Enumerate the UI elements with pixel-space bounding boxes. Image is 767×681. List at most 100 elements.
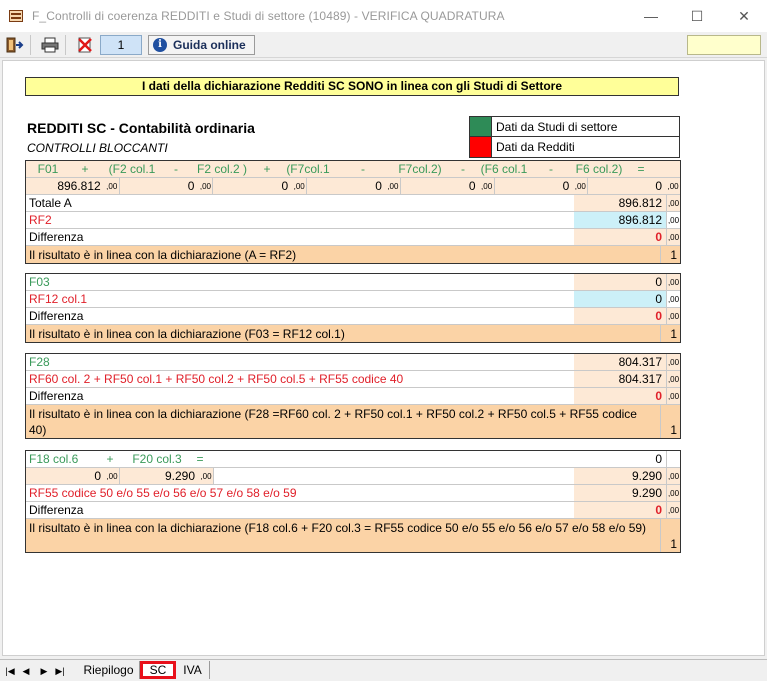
color-legend: Dati da Studi di settore Dati da Redditi xyxy=(469,116,680,158)
formula-row: F01 + (F2 col.1 - F2 col.2 ) + (F7col.1 … xyxy=(26,161,680,178)
toolbar-separator xyxy=(65,34,66,55)
guida-online-button[interactable]: i Guida online xyxy=(148,34,255,55)
formula-term: (F2 col.1 xyxy=(108,162,156,176)
result-flag: 1 xyxy=(660,405,680,438)
rf2-row: RF2 896.812 ,00 xyxy=(26,212,680,229)
check-block-rf2: F01 + (F2 col.1 - F2 col.2 ) + (F7col.1 … xyxy=(25,160,681,264)
decimals: ,00 xyxy=(666,502,680,518)
differenza-value: 0 xyxy=(574,388,666,404)
value-text: 0 xyxy=(281,179,289,193)
result-text: Il risultato è in linea con la dichiaraz… xyxy=(29,326,345,341)
f28-value: 804.317 xyxy=(574,354,666,370)
values-row: 0,00 9.290,00 9.290 ,00 xyxy=(26,468,680,485)
value-text: 0 xyxy=(94,469,101,483)
differenza-row: Differenza 0 ,00 xyxy=(26,388,680,405)
delete-icon[interactable] xyxy=(74,35,96,55)
app-icon xyxy=(8,8,24,24)
value-text: 0 xyxy=(562,179,570,193)
value-cell[interactable]: 9.290 ,00 xyxy=(120,468,214,484)
differenza-label: Differenza xyxy=(29,503,84,517)
f03-value: 0 xyxy=(574,274,666,290)
decimals: ,00 xyxy=(666,291,680,307)
formula-op: + xyxy=(106,452,114,466)
rf60-label: RF60 col. 2 + RF50 col.1 + RF50 col.2 + … xyxy=(29,372,404,386)
tab-riepilogo[interactable]: Riepilogo xyxy=(78,661,140,679)
formula-op: - xyxy=(361,162,365,176)
rf55-row: RF55 codice 50 e/o 55 e/o 56 e/o 57 e/o … xyxy=(26,485,680,502)
section-heading: REDDITI SC - Contabilità ordinaria xyxy=(27,120,255,136)
minimize-button[interactable]: — xyxy=(628,0,674,32)
first-sheet-button[interactable]: |◀ xyxy=(4,664,16,678)
value-cell[interactable]: 0,00 xyxy=(400,178,495,194)
value-cell[interactable]: 0,00 xyxy=(307,178,401,194)
differenza-value: 0 xyxy=(574,502,666,518)
totale-row: Totale A 896.812 ,00 xyxy=(26,195,680,212)
value-text: 9.290 xyxy=(164,469,195,483)
result-text: Il risultato è in linea con la dichiaraz… xyxy=(29,521,647,535)
page-number-field[interactable]: 1 xyxy=(100,34,142,55)
legend-swatch-red xyxy=(470,137,492,157)
differenza-value: 0 xyxy=(574,308,666,324)
formula-term: F01 xyxy=(37,162,59,176)
section-subheading: CONTROLLI BLOCCANTI xyxy=(27,141,168,155)
check-block-rf55: F18 col.6 + F20 col.3 = 0 0,00 9.290,00 … xyxy=(25,450,681,553)
formula-term: F18 col.6 xyxy=(29,452,79,466)
window-title: F_Controlli di coerenza REDDITI e Studi … xyxy=(32,9,505,23)
toolbar: 1 i Guida online xyxy=(0,32,767,58)
values-cells: 896.812,00 0,00 0,00 0,00 0,00 0,00 0,00 xyxy=(26,178,681,194)
close-button[interactable]: ✕ xyxy=(721,0,767,32)
formula-op: = xyxy=(637,162,645,176)
value-text: 0 xyxy=(187,179,195,193)
tab-sc[interactable]: SC xyxy=(140,661,176,679)
result-banner: I dati della dichiarazione Redditi SC SO… xyxy=(25,77,679,96)
decimals: ,00 xyxy=(199,181,211,191)
exit-icon[interactable] xyxy=(4,35,26,55)
decimals: ,00 xyxy=(666,371,680,387)
f03-row: F03 0 ,00 xyxy=(26,274,680,291)
last-sheet-button[interactable]: ▶| xyxy=(54,664,66,678)
value-cell[interactable]: 0,00 xyxy=(213,178,308,194)
title-bar: F_Controlli di coerenza REDDITI e Studi … xyxy=(0,0,767,32)
rf60-value: 804.317 xyxy=(574,371,666,387)
formula-header: F01 + (F2 col.1 - F2 col.2 ) + (F7col.1 … xyxy=(26,161,680,177)
result-flag: 1 xyxy=(660,325,680,342)
decimals: ,00 xyxy=(666,195,680,211)
decimals: ,00 xyxy=(106,471,118,481)
maximize-button[interactable]: ☐ xyxy=(674,0,720,32)
value-cell[interactable]: 0,00 xyxy=(494,178,589,194)
result-row: Il risultato è in linea con la dichiaraz… xyxy=(26,325,680,342)
formula-term: F2 col.2 ) xyxy=(196,162,247,176)
differenza-label: Differenza xyxy=(29,389,84,403)
formula-term: F7col.2) xyxy=(398,162,442,176)
formula-op: + xyxy=(263,162,271,176)
legend-label: Dati da Redditi xyxy=(496,140,575,154)
decimals: ,00 xyxy=(666,229,680,245)
decimals: ,00 xyxy=(666,354,680,370)
formula-term: (F7col.1 xyxy=(286,162,330,176)
print-icon[interactable] xyxy=(39,35,61,55)
formula-op: - xyxy=(549,162,553,176)
formula-term: F6 col.2) xyxy=(575,162,623,176)
value-cell[interactable]: 0,00 xyxy=(588,178,681,194)
rf2-value[interactable]: 896.812 xyxy=(574,212,666,228)
decimals: ,00 xyxy=(574,181,586,191)
result-row: Il risultato è in linea con la dichiaraz… xyxy=(26,246,680,263)
next-sheet-button[interactable]: ▶ xyxy=(38,664,50,678)
f28-row: F28 804.317 ,00 xyxy=(26,354,680,371)
prev-sheet-button[interactable]: ◀ xyxy=(20,664,32,678)
decimals: ,00 xyxy=(666,308,680,324)
sheet-area: I dati della dichiarazione Redditi SC SO… xyxy=(2,60,765,656)
value-cell[interactable]: 0,00 xyxy=(26,468,120,484)
values-row: 896.812,00 0,00 0,00 0,00 0,00 0,00 0,00 xyxy=(26,178,681,195)
rf12-value[interactable]: 0 xyxy=(574,291,666,307)
value-cell[interactable]: 0,00 xyxy=(119,178,214,194)
f28-label: F28 xyxy=(29,355,50,369)
legend-item-studi: Dati da Studi di settore xyxy=(470,117,679,137)
differenza-row: Differenza 0 ,00 xyxy=(26,502,680,519)
toolbar-separator xyxy=(30,34,31,55)
tab-iva[interactable]: IVA xyxy=(176,661,210,679)
decimals: ,00 xyxy=(481,181,493,191)
totale-value: 896.812 xyxy=(574,195,666,211)
formula-op: = xyxy=(196,452,204,466)
value-cell[interactable]: 896.812 ,00 xyxy=(26,178,120,194)
